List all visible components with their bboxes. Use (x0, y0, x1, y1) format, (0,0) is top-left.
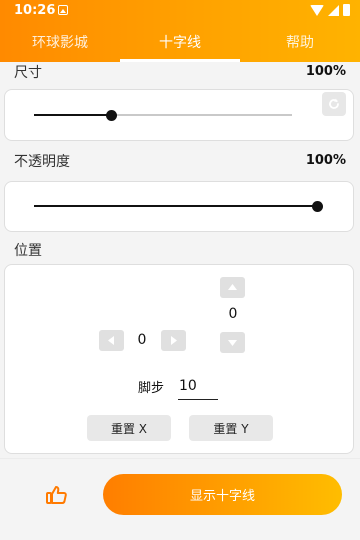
tab-crosshair[interactable]: 十字线 (120, 22, 240, 62)
app-header: 10:26 环球影城 十字线 帮助 (0, 0, 360, 62)
position-card (4, 264, 354, 454)
tab-universal-studios[interactable]: 环球影城 (0, 22, 120, 62)
wifi-icon (310, 4, 324, 16)
show-crosshair-button[interactable]: 显示十字线 (103, 474, 342, 515)
size-value: 100% (305, 64, 346, 79)
opacity-label: 不透明度 (14, 154, 70, 170)
position-label: 位置 (14, 243, 42, 259)
size-reset-button[interactable] (322, 92, 346, 116)
signal-icon (328, 4, 339, 16)
opacity-slider-thumb[interactable] (311, 200, 323, 212)
notification-icon (58, 5, 68, 15)
move-right-button[interactable] (161, 330, 186, 351)
arrow-up-icon (228, 284, 237, 290)
battery-icon (343, 4, 350, 16)
arrow-down-icon (228, 340, 237, 346)
status-time: 10:26 (14, 3, 56, 18)
move-left-button[interactable] (99, 330, 124, 351)
size-slider-fill (34, 114, 112, 116)
x-value: 0 (137, 332, 147, 348)
step-label: 脚步 (138, 381, 165, 396)
thumbs-up-icon (46, 486, 67, 504)
status-bar: 10:26 (0, 0, 360, 22)
step-input[interactable] (178, 373, 218, 400)
arrow-left-icon (108, 336, 114, 345)
size-label: 尺寸 (14, 65, 42, 81)
size-slider-thumb[interactable] (105, 109, 117, 121)
reset-y-button[interactable]: 重置 Y (189, 415, 273, 441)
reset-x-button[interactable]: 重置 X (87, 415, 171, 441)
tab-bar: 环球影城 十字线 帮助 (0, 22, 360, 62)
refresh-icon (329, 98, 339, 109)
y-value: 0 (228, 306, 238, 322)
arrow-right-icon (171, 336, 177, 345)
move-down-button[interactable] (220, 332, 245, 353)
move-up-button[interactable] (220, 277, 245, 298)
status-icons (310, 4, 350, 16)
tab-help[interactable]: 帮助 (240, 22, 360, 62)
like-button[interactable] (45, 485, 69, 509)
opacity-slider-fill (34, 205, 317, 207)
opacity-value: 100% (305, 153, 346, 168)
